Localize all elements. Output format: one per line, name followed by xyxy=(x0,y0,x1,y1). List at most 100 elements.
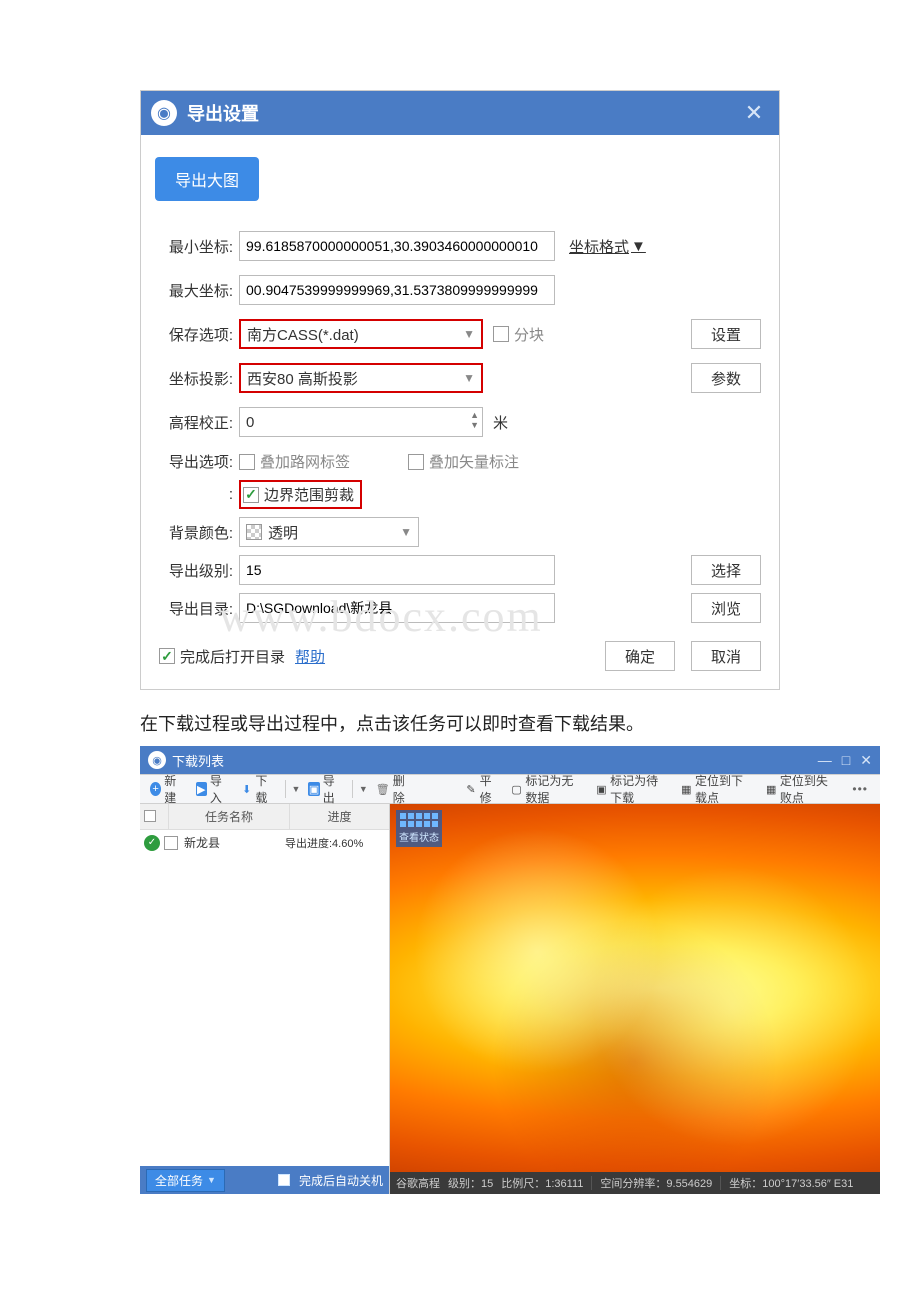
level-input[interactable] xyxy=(239,555,555,585)
clip-boundary-label: 边界范围剪裁 xyxy=(264,484,354,505)
all-tasks-button[interactable]: 全部任务▼ xyxy=(146,1169,225,1192)
mark-nodata-icon: ▢ xyxy=(511,782,522,796)
map-canvas[interactable]: 查看状态 xyxy=(390,804,880,1172)
maximize-icon[interactable]: □ xyxy=(842,752,850,769)
mark-nodata-button[interactable]: ▢标记为无数据 xyxy=(507,770,588,808)
trash-icon: 🗑 xyxy=(376,782,390,796)
cancel-button[interactable]: 取消 xyxy=(691,641,761,671)
outdir-input[interactable] xyxy=(239,593,555,623)
repair-button[interactable]: ✎平修 xyxy=(461,770,503,808)
auto-shutdown-label: 完成后自动关机 xyxy=(299,1172,383,1189)
download-list-window: ◉ 下载列表 — □ ✕ +新建 ▶导入 ⬇下载 ▼ ▣导出 ▼ 🗑删除 ✎平修… xyxy=(140,746,880,1194)
download-button[interactable]: ⬇下载 xyxy=(237,770,279,808)
transparent-swatch-icon xyxy=(246,524,262,540)
label-min-coord: 最小坐标 xyxy=(159,236,233,257)
task-list-header: 任务名称 进度 xyxy=(140,804,389,830)
label-save-option: 保存选项 xyxy=(159,324,233,345)
clip-boundary-checkbox-group[interactable]: ✓ 边界范围剪裁 xyxy=(239,480,362,509)
view-state-button[interactable]: 查看状态 xyxy=(396,810,442,847)
task-row[interactable]: ✓ 新龙县 导出进度:4.60% xyxy=(140,830,389,855)
sb-coords: 100°17′33.56″ E31 xyxy=(762,1178,853,1190)
label-elevation: 高程校正 xyxy=(159,412,233,433)
params-button[interactable]: 参数 xyxy=(691,363,761,393)
delete-button[interactable]: 🗑删除 xyxy=(372,770,414,808)
chevron-down-icon[interactable]: ▼ xyxy=(292,784,301,794)
task-list-panel: 任务名称 进度 ✓ 新龙县 导出进度:4.60% 全部任务▼ 完成后自动关机 xyxy=(140,804,390,1194)
col-progress: 进度 xyxy=(289,804,389,829)
split-checkbox[interactable] xyxy=(493,326,509,342)
stepper-arrows-icon[interactable]: ▲▼ xyxy=(470,410,479,430)
statusbar: 谷歌高程 级别：15 比例尺：1:36111 空间分辨率：9.554629 坐标… xyxy=(390,1172,880,1194)
label-max-coord: 最大坐标 xyxy=(159,280,233,301)
select-all-checkbox[interactable] xyxy=(144,810,156,822)
projection-value: 西安80 高斯投影 xyxy=(247,368,358,389)
elevation-stepper[interactable]: 0 ▲▼ xyxy=(239,407,483,437)
mark-todl-icon: ▣ xyxy=(596,782,607,796)
locate-fail-button[interactable]: ▦定位到失败点 xyxy=(762,770,843,808)
elevation-value: 0 xyxy=(246,414,254,431)
settings-button[interactable]: 设置 xyxy=(691,319,761,349)
repair-icon: ✎ xyxy=(465,782,476,796)
open-after-label: 完成后打开目录 xyxy=(180,646,285,667)
label-export-options: 导出选项 xyxy=(159,451,233,472)
view-state-label: 查看状态 xyxy=(399,829,439,844)
chevron-down-icon[interactable]: ▼ xyxy=(359,784,368,794)
dialog-titlebar: ◉ 导出设置 ✕ xyxy=(141,91,779,135)
browse-button[interactable]: 浏览 xyxy=(691,593,761,623)
chevron-down-icon: ▼ xyxy=(463,371,475,385)
split-checkbox-group[interactable]: 分块 xyxy=(493,324,562,345)
bgcolor-select[interactable]: 透明 ▼ xyxy=(239,517,419,547)
label-bgcolor: 背景颜色 xyxy=(159,522,233,543)
tab-export-big-image[interactable]: 导出大图 xyxy=(155,157,259,201)
locate-dl-icon: ▦ xyxy=(681,782,692,796)
close-icon[interactable]: ✕ xyxy=(739,100,769,126)
app-logo-icon: ◉ xyxy=(151,100,177,126)
label-projection: 坐标投影 xyxy=(159,368,233,389)
minimize-icon[interactable]: — xyxy=(818,752,832,769)
description-text: 在下载过程或导出过程中，点击该任务可以即时查看下载结果。 xyxy=(140,710,780,736)
save-option-value: 南方CASS(*.dat) xyxy=(247,324,359,345)
overlay-vector-label: 叠加矢量标注 xyxy=(429,451,519,472)
more-icon[interactable]: ••• xyxy=(846,782,874,796)
elevation-unit: 米 xyxy=(493,412,508,433)
open-after-checkbox-group[interactable]: ✓ 完成后打开目录 xyxy=(159,646,285,667)
chevron-down-icon: ▼ xyxy=(463,327,475,341)
label-outdir: 导出目录 xyxy=(159,598,233,619)
coord-format-link[interactable]: 坐标格式▼ xyxy=(569,236,646,257)
locate-download-button[interactable]: ▦定位到下载点 xyxy=(677,770,758,808)
select-level-button[interactable]: 选择 xyxy=(691,555,761,585)
overlay-road-checkbox[interactable] xyxy=(239,454,255,470)
download-icon: ⬇ xyxy=(241,782,252,796)
overlay-vector-checkbox-group[interactable]: 叠加矢量标注 xyxy=(408,451,537,472)
status-done-icon: ✓ xyxy=(144,835,160,851)
task-progress: 导出进度:4.60% xyxy=(285,835,385,851)
task-name: 新龙县 xyxy=(184,834,285,851)
help-link[interactable]: 帮助 xyxy=(295,646,325,667)
task-checkbox[interactable] xyxy=(164,836,178,850)
overlay-vector-checkbox[interactable] xyxy=(408,454,424,470)
label-level: 导出级别 xyxy=(159,560,233,581)
plus-icon: + xyxy=(150,782,161,796)
map-panel: 查看状态 谷歌高程 级别：15 比例尺：1:36111 空间分辨率：9.5546… xyxy=(390,804,880,1194)
min-coord-input[interactable] xyxy=(239,231,555,261)
window-title: 下载列表 xyxy=(172,751,818,770)
open-after-checkbox[interactable]: ✓ xyxy=(159,648,175,664)
auto-shutdown-checkbox[interactable] xyxy=(278,1174,290,1186)
overlay-road-checkbox-group[interactable]: 叠加路网标签 xyxy=(239,451,368,472)
split-label: 分块 xyxy=(514,324,544,345)
save-option-select[interactable]: 南方CASS(*.dat) ▼ xyxy=(239,319,483,349)
sb-scale: 1:36111 xyxy=(545,1178,583,1190)
clip-boundary-checkbox[interactable]: ✓ xyxy=(243,487,259,503)
ok-button[interactable]: 确定 xyxy=(605,641,675,671)
export-button[interactable]: ▣导出 xyxy=(304,770,346,808)
import-button[interactable]: ▶导入 xyxy=(192,770,234,808)
new-button[interactable]: +新建 xyxy=(146,770,188,808)
projection-select[interactable]: 西安80 高斯投影 ▼ xyxy=(239,363,483,393)
chevron-down-icon: ▼ xyxy=(400,525,412,539)
sb-level: 15 xyxy=(481,1178,493,1190)
mark-todownload-button[interactable]: ▣标记为待下载 xyxy=(592,770,673,808)
app-logo-icon: ◉ xyxy=(148,751,166,769)
close-icon[interactable]: ✕ xyxy=(860,752,872,769)
max-coord-input[interactable] xyxy=(239,275,555,305)
export-icon: ▣ xyxy=(308,782,319,796)
